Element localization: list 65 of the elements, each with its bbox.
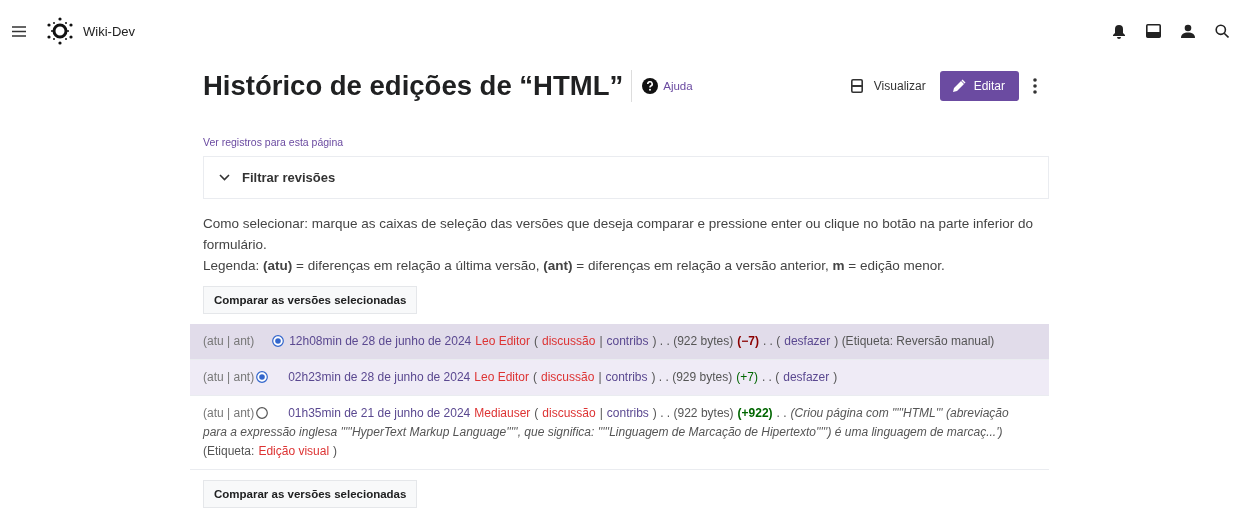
link[interactable]: contribs [605,370,648,384]
user-link[interactable]: Leo Editor [475,334,530,348]
history-text: ( [534,406,539,420]
view-button[interactable]: Visualizar [850,79,926,93]
edit-summary-text: (Criou página com "'''HTML''' (abreviação [790,406,1009,420]
history-text: ( [534,334,538,348]
chevron-icon [219,174,230,181]
history-text: ) [333,444,338,458]
tray-icon[interactable] [1146,24,1161,38]
user-link[interactable]: discussão [541,370,595,384]
logs-link[interactable]: Ver registros para esta página [203,136,344,148]
link[interactable]: contribs [606,406,649,420]
filter-panel[interactable]: Filtrar revisões [203,156,1049,199]
size-change-text: (+7) [736,370,758,384]
diff-links-text: (atu | ant) [203,406,255,420]
user-link[interactable]: discussão [542,334,596,348]
instruction-text: Como selecionar: marque as caixas de seleção das versões que deseja comparar e pressione enter ou clique no botão na parte inferior do formulário. [203,215,1034,254]
help-link[interactable]: Ajuda [663,80,693,92]
revision-date-link[interactable]: 02h23min de 28 de junho de 2024 [288,370,471,384]
edit-summary-text: para a expressão inglesa '''''HyperText Markup Language''''', que significa: '''''Linguagem de Marcação de Hipertexto''''') é uma linguagem de marcaç...') [203,425,1003,439]
link[interactable]: contribs [606,334,649,348]
user-link[interactable]: Edição visual [258,444,330,458]
user-link[interactable]: discussão [542,406,596,420]
edit-button[interactable]: Editar [939,71,1019,101]
history-text: ( [533,370,537,384]
logo-icon[interactable] [45,16,75,46]
history-text: | [599,406,603,420]
history-text: ) . . (922 bytes) [652,334,734,348]
radio-button[interactable] [256,407,269,419]
instruction-text: Legenda: (atu) = diferenças em relação a última versão, (ant) = diferenças em relação a versão anterior, m = edição menor. [203,257,945,275]
history-text: (Etiqueta: [203,444,255,458]
user-icon[interactable] [1181,24,1195,38]
history-text: . . [776,406,787,420]
size-change-text: (+922) [737,406,773,420]
history-text: . . ( [761,370,780,384]
filter-label: Filtrar revisões [242,170,336,185]
history-text: ) [833,370,838,384]
radio-button[interactable] [256,371,269,383]
site-name[interactable]: Wiki-Dev [83,23,135,39]
search-icon[interactable] [1215,24,1229,38]
link[interactable]: desfazer [783,370,830,384]
user-link[interactable]: Leo Editor [474,370,529,384]
diff-links-text: (atu | ant) [203,334,255,348]
diff-links-text: (atu | ant) [203,370,255,384]
pencil-icon [951,79,966,93]
history-text: | [598,370,602,384]
history-text: ) . . (922 bytes) [652,406,734,420]
menu-icon[interactable] [12,25,26,37]
link[interactable]: desfazer [784,334,831,348]
help-icon[interactable] [642,78,659,94]
compare-button[interactable]: Comparar as versões selecionadas [203,286,418,314]
bell-icon[interactable] [1112,23,1126,39]
history-text: ) . . (929 bytes) [651,370,733,384]
book-icon [850,79,863,93]
history-text: . . ( [762,334,781,348]
revision-date-link[interactable]: 12h08min de 28 de junho de 2024 [289,334,472,348]
size-change-text: (−7) [737,334,759,348]
history-text: | [599,334,603,348]
revision-date-link[interactable]: 01h35min de 21 de junho de 2024 [288,406,471,420]
page-title: Histórico de edições de “HTML” [203,70,633,102]
compare-button[interactable]: Comparar as versões selecionadas [203,480,418,508]
history-text: ) (Etiqueta: Reversão manual) [834,334,995,348]
radio-button[interactable] [272,335,285,347]
more-options-icon[interactable] [1033,78,1037,94]
user-link[interactable]: Mediauser [474,406,531,420]
